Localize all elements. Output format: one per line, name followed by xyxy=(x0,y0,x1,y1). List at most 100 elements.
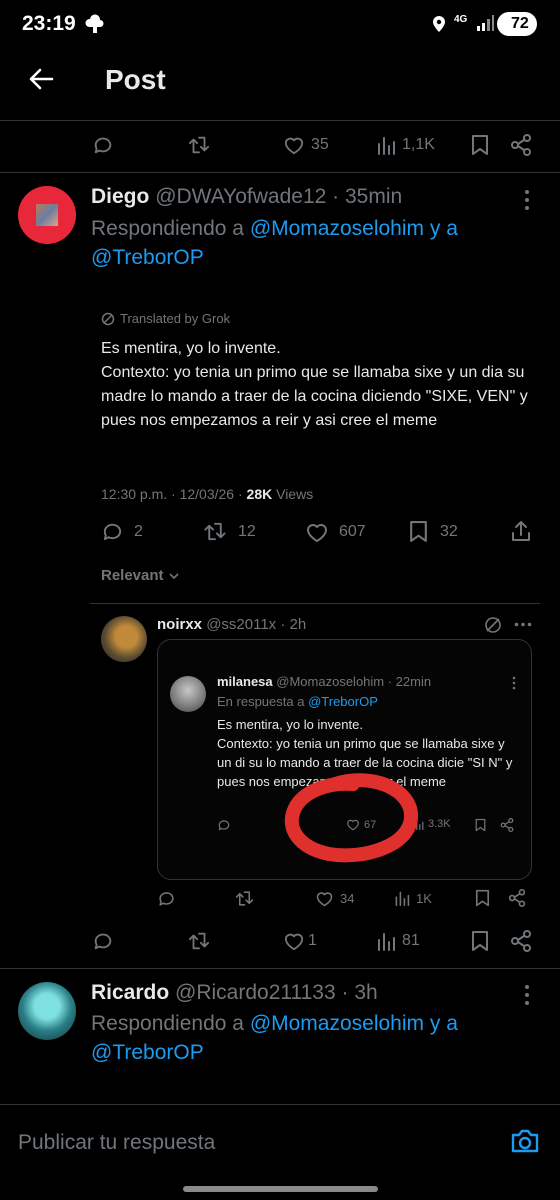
bookmark-count: 32 xyxy=(440,522,458,540)
avatar[interactable] xyxy=(18,982,76,1040)
quote-bookmark-icon xyxy=(475,818,486,832)
analytics-icon xyxy=(378,137,395,155)
camera-button[interactable] xyxy=(510,1127,540,1155)
upload-icon xyxy=(512,521,530,541)
comment-icon xyxy=(218,820,230,831)
header-divider xyxy=(0,120,560,121)
comment-icon xyxy=(159,892,174,906)
author-line: noirxx @ss2011x · 2h xyxy=(157,616,306,633)
author-handle: @ss2011x · 2h xyxy=(206,616,307,633)
replying-to: Respondiendo a @Momazoselohim y a @Trebo… xyxy=(91,214,541,272)
avatar[interactable] xyxy=(18,186,76,244)
reply-button[interactable]: 2 xyxy=(101,520,143,543)
back-button[interactable] xyxy=(26,64,58,96)
status-time: 23:19 xyxy=(22,12,76,35)
post-text: Es mentira, yo lo invente. Contexto: yo … xyxy=(101,337,541,433)
bookmark-button[interactable] xyxy=(471,134,489,156)
reply-button[interactable] xyxy=(92,930,114,952)
mention-link[interactable]: @Momazoselohim xyxy=(250,217,424,240)
quoted-image-card[interactable]: milanesa @Momazoselohim · 22min En respu… xyxy=(157,639,532,880)
avatar[interactable] xyxy=(101,616,147,662)
more-options-icon[interactable] xyxy=(524,189,530,211)
views-count: 28K xyxy=(246,486,273,502)
bookmark-button[interactable]: 32 xyxy=(409,520,458,543)
battery-indicator: 72 xyxy=(497,12,537,36)
relevant-sort-dropdown[interactable]: Relevant xyxy=(101,567,180,584)
heart-icon xyxy=(307,524,327,542)
thread-divider xyxy=(90,603,540,604)
more-options-icon[interactable] xyxy=(524,984,530,1006)
views-label: Views xyxy=(276,486,314,502)
share-icon xyxy=(500,818,514,832)
share-button[interactable] xyxy=(508,889,526,907)
section-divider xyxy=(0,172,560,173)
quote-reply-user: @TreborOP xyxy=(308,694,378,709)
mention-link[interactable]: @TreborOP xyxy=(91,1041,204,1064)
post-time: · 3h xyxy=(341,981,378,1004)
grok-icon[interactable] xyxy=(484,616,502,634)
location-icon xyxy=(432,15,446,33)
share-button[interactable] xyxy=(510,930,532,952)
repost-button[interactable] xyxy=(187,134,211,156)
heart-icon xyxy=(316,892,333,907)
avatar-image xyxy=(36,204,58,226)
share-button[interactable] xyxy=(510,134,532,156)
repost-icon xyxy=(188,932,210,950)
quote-reply-icon xyxy=(217,818,231,832)
quote-reply-to: En respuesta a @TreborOP xyxy=(217,694,378,709)
bookmark-button[interactable] xyxy=(475,889,490,907)
quote-author-line: milanesa @Momazoselohim · 22min xyxy=(217,674,431,689)
bookmark-icon xyxy=(410,521,427,542)
mention-link[interactable]: @Momazoselohim xyxy=(250,1012,424,1035)
share-button[interactable] xyxy=(510,519,532,543)
battery-level: 72 xyxy=(511,15,529,32)
quote-share-icon xyxy=(500,818,514,832)
like-count: 34 xyxy=(340,891,355,906)
repost-button[interactable] xyxy=(187,930,211,952)
like-count: 35 xyxy=(311,136,329,153)
reply-composer[interactable]: Publicar tu respuesta xyxy=(0,1105,560,1180)
author-name[interactable]: noirxx xyxy=(157,616,202,633)
views-button[interactable]: 1,1K xyxy=(376,135,435,155)
repost-button[interactable]: 12 xyxy=(202,520,256,543)
mention-link[interactable]: @TreborOP xyxy=(91,246,204,269)
author-name[interactable]: Ricardo xyxy=(91,981,169,1004)
views-button[interactable]: 81 xyxy=(376,931,420,951)
like-count: 607 xyxy=(339,523,366,540)
like-button[interactable]: 1 xyxy=(283,931,317,951)
translated-label[interactable]: Translated by Grok xyxy=(101,311,230,326)
post-text-line2: Contexto: yo tenia un primo que se llama… xyxy=(101,364,528,429)
replying-prefix: Respondiendo a xyxy=(91,1012,244,1035)
home-indicator[interactable] xyxy=(183,1186,378,1192)
more-options-icon[interactable] xyxy=(514,622,532,627)
post-timestamp: 12:30 p.m. · 12/03/26 · xyxy=(101,486,243,502)
repost-icon xyxy=(188,136,210,154)
bookmark-icon xyxy=(475,889,490,907)
quote-author-handle: @Momazoselohim · 22min xyxy=(276,674,432,689)
author-handle[interactable]: @DWAYofwade12 xyxy=(155,185,326,208)
comment-icon xyxy=(94,933,112,950)
analytics-icon xyxy=(395,891,410,906)
bookmark-icon xyxy=(475,818,486,832)
grok-icon xyxy=(101,312,115,325)
reply-input[interactable]: Publicar tu respuesta xyxy=(18,1131,215,1155)
like-button[interactable]: 34 xyxy=(315,890,354,907)
quote-reply-prefix: En respuesta a xyxy=(217,694,305,709)
heart-icon xyxy=(284,933,304,951)
cloud-icon xyxy=(84,13,106,35)
author-line: Ricardo @Ricardo211133 · 3h xyxy=(91,981,378,1005)
author-handle[interactable]: @Ricardo211133 xyxy=(175,981,336,1004)
repost-button[interactable] xyxy=(234,889,255,908)
views-button[interactable]: 1K xyxy=(394,890,432,906)
author-name[interactable]: Diego xyxy=(91,185,149,208)
reply-button[interactable] xyxy=(157,889,176,908)
replying-and: y a xyxy=(429,217,458,240)
view-count: 1K xyxy=(416,890,432,906)
reply-button[interactable] xyxy=(92,134,114,156)
bookmark-button[interactable] xyxy=(471,930,489,952)
share-icon xyxy=(511,134,531,156)
view-count: 1,1K xyxy=(402,136,435,153)
like-button[interactable]: 35 xyxy=(283,135,329,155)
quote-view-count: 3.3K xyxy=(428,818,451,830)
like-button[interactable]: 607 xyxy=(305,521,366,543)
